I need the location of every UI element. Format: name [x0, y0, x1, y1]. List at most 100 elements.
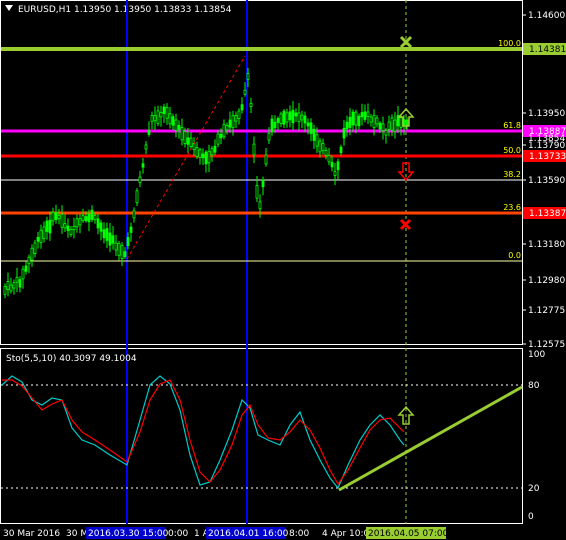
- candle-body: [111, 235, 115, 244]
- candle-body: [57, 215, 61, 220]
- candle-body: [345, 121, 349, 130]
- candle-body: [189, 137, 193, 147]
- fib-level-ratio: 50.0: [503, 146, 521, 155]
- candle-body: [162, 106, 166, 114]
- stochastic-signal-line: [2, 379, 405, 486]
- candle-body: [270, 118, 274, 133]
- candle-body: [228, 119, 232, 128]
- candle-body: [282, 110, 286, 125]
- candle-body: [258, 201, 262, 210]
- fib-level-ratio: 100.0: [498, 39, 521, 48]
- candle-body: [381, 123, 385, 131]
- candle-body: [174, 119, 178, 131]
- time-highlight-label: 2016.04.01 16:00: [208, 529, 289, 539]
- candle-body: [63, 223, 67, 229]
- candle-body: [99, 222, 103, 232]
- candle-body: [120, 245, 124, 259]
- candle-body: [240, 104, 244, 111]
- candle-body: [198, 149, 202, 159]
- candle-body: [138, 176, 142, 183]
- candle-body: [93, 215, 97, 220]
- candle-body: [387, 121, 391, 130]
- candle-body: [69, 228, 73, 236]
- oscillator-trendline[interactable]: [338, 385, 523, 492]
- candle-body: [147, 129, 151, 135]
- oscillator-axis-label: 80: [528, 381, 540, 391]
- candle-body: [207, 150, 211, 164]
- candle-body: [264, 154, 268, 165]
- candle-body: [306, 122, 310, 127]
- candle-body: [21, 268, 25, 280]
- candle-body: [342, 127, 346, 139]
- candle-body: [246, 73, 250, 80]
- price-label: 1.14600: [528, 11, 565, 21]
- candle-body: [159, 112, 163, 118]
- candle-body: [321, 143, 325, 151]
- candle-body: [156, 110, 160, 124]
- candle-body: [276, 118, 280, 123]
- red-down-arrow-icon: [397, 162, 415, 182]
- candle-body: [105, 228, 109, 241]
- candle-body: [288, 111, 292, 121]
- time-label: 30 Mar 2016: [3, 529, 60, 539]
- candle-body: [114, 242, 118, 251]
- candle-body: [327, 155, 331, 163]
- candle-body: [222, 123, 226, 138]
- candle-body: [390, 117, 394, 131]
- candle-body: [42, 226, 46, 239]
- candle-body: [399, 117, 403, 128]
- candle-body: [309, 122, 313, 134]
- candle-body: [372, 114, 376, 128]
- fib-level-ratio: 61.8: [503, 121, 521, 130]
- candle-body: [60, 213, 64, 228]
- candle-body: [315, 134, 319, 147]
- time-label: 8:00: [289, 529, 309, 539]
- fib-price-tag-text: 1.13387: [529, 209, 566, 219]
- candle-body: [237, 110, 241, 120]
- candle-body: [330, 161, 334, 168]
- candle-body: [117, 243, 121, 256]
- candle-body: [294, 112, 298, 117]
- candle-body: [234, 115, 238, 122]
- candle-body: [72, 225, 76, 230]
- candle-body: [90, 209, 94, 220]
- candle-body: [216, 133, 220, 145]
- oscillator-label: Sto(5,5,10) 40.3097 49.1004: [6, 354, 137, 364]
- red-x-icon: [399, 218, 412, 231]
- candle-body: [249, 102, 253, 108]
- candle-body: [363, 111, 367, 120]
- price-label: 1.12775: [528, 306, 565, 316]
- candle-body: [333, 171, 337, 176]
- triangle-down-icon[interactable]: [5, 5, 13, 11]
- fib-price-tag-text: 1.14381: [529, 45, 566, 55]
- candle-body: [357, 115, 361, 127]
- candle-body: [102, 229, 106, 239]
- price-candles: [3, 67, 409, 299]
- candle-body: [81, 215, 85, 221]
- candle-body: [375, 117, 379, 125]
- candle-body: [39, 229, 43, 244]
- candle-body: [66, 225, 70, 231]
- trading-chart[interactable]: EURUSD,H1 1.13950 1.13950 1.13833 1.1385…: [0, 0, 566, 540]
- time-highlight-label: 2016.04.05 07:00: [368, 529, 449, 539]
- candle-body: [405, 119, 409, 127]
- fibonacci-levels[interactable]: 100.0 61.8 50.0 38.2 23.6 0.0: [1, 39, 522, 262]
- candle-body: [150, 115, 154, 122]
- fib-level-ratio: 23.6: [503, 203, 521, 212]
- stochastic-main-line: [1, 375, 405, 490]
- chart-symbol-info: EURUSD,H1 1.13950 1.13950 1.13833 1.1385…: [18, 5, 232, 15]
- price-axis: 1.146001.139501.137901.135901.131801.129…: [522, 11, 565, 350]
- candle-body: [204, 151, 208, 165]
- candle-body: [9, 284, 13, 292]
- candle-body: [255, 185, 259, 199]
- candle-body: [273, 121, 277, 129]
- candle-body: [279, 113, 283, 124]
- candle-body: [354, 111, 358, 126]
- candle-body: [141, 163, 145, 168]
- price-label: 1.12575: [528, 340, 565, 350]
- fib-level-ratio: 38.2: [503, 170, 521, 179]
- candle-body: [201, 153, 205, 159]
- candle-body: [171, 116, 175, 126]
- candle-body: [297, 112, 301, 123]
- candle-body: [54, 212, 58, 220]
